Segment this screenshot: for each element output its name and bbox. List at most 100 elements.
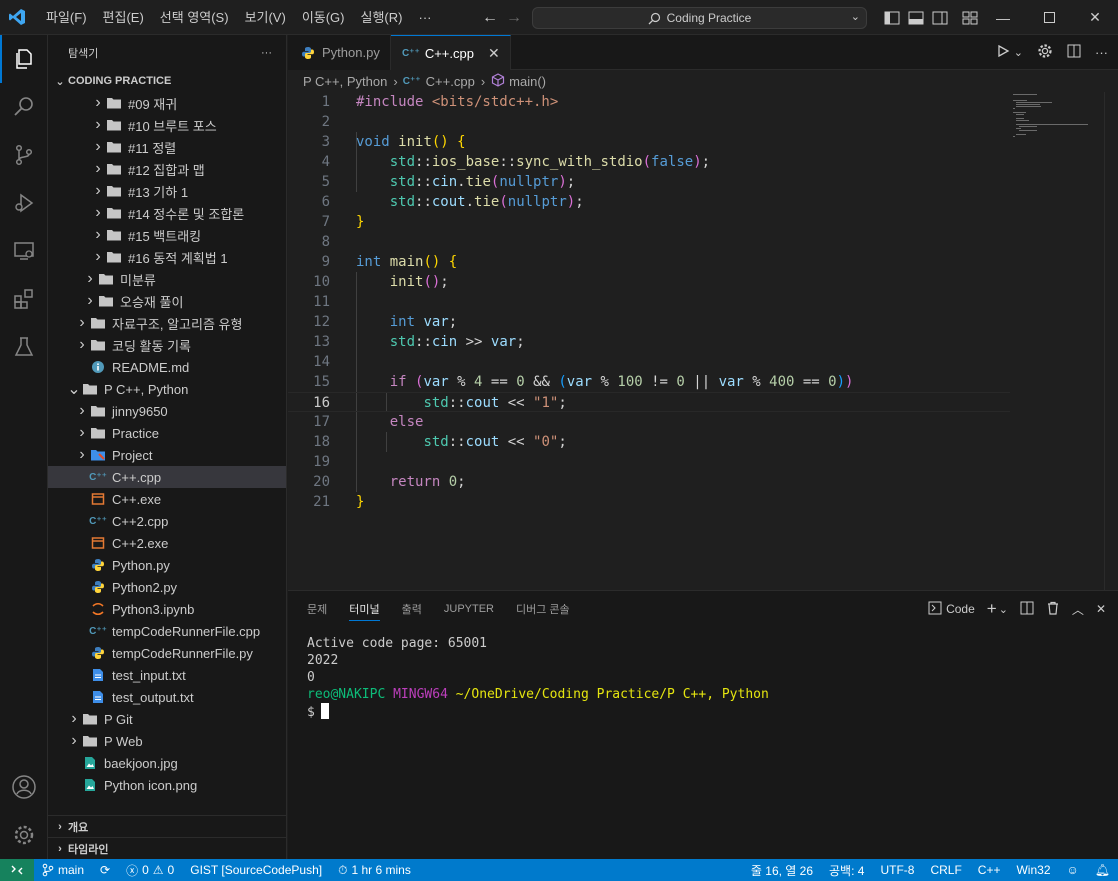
workspace-root[interactable]: ⌄ CODING PRACTICE	[48, 70, 286, 92]
extensions-icon[interactable]	[0, 275, 48, 323]
terminal-shell-label[interactable]: Code	[946, 602, 975, 616]
maximize-icon[interactable]	[1026, 0, 1072, 35]
menu-item[interactable]: ···	[410, 0, 439, 35]
tree-folder[interactable]: › #09 재귀	[48, 92, 286, 114]
minimize-icon[interactable]: —	[980, 0, 1026, 35]
chevron-down-icon[interactable]: ⌄	[851, 10, 860, 23]
tree-file[interactable]: Python2.py	[48, 576, 286, 598]
sync-icon[interactable]: ⟳	[92, 863, 118, 877]
encoding[interactable]: UTF-8	[872, 863, 922, 877]
close-icon[interactable]: ✕	[488, 45, 500, 62]
tree-file[interactable]: baekjoon.jpg	[48, 752, 286, 774]
tree-file[interactable]: test_output.txt	[48, 686, 286, 708]
terminal-shell-icon[interactable]	[928, 601, 942, 618]
tree-folder[interactable]: › jinny9650	[48, 400, 286, 422]
menu-item[interactable]: 이동(G)	[294, 0, 353, 35]
toggle-secondary-sidebar-icon[interactable]	[930, 8, 950, 28]
more-actions-icon[interactable]: ···	[261, 47, 272, 59]
tree-folder[interactable]: › P Web	[48, 730, 286, 752]
tree-folder[interactable]: › #13 기하 1	[48, 180, 286, 202]
terminal-input-line[interactable]: $	[307, 703, 769, 721]
problems-status[interactable]: ⓧ 0 ⚠ 0	[118, 862, 182, 879]
toggle-sidebar-icon[interactable]	[882, 8, 902, 28]
breadcrumb-file[interactable]: C++.cpp	[426, 74, 475, 89]
feedback-icon[interactable]: ☺	[1059, 863, 1087, 877]
editor-scrollbar[interactable]	[1104, 92, 1118, 590]
tree-folder[interactable]: › 오승재 풀이	[48, 290, 286, 312]
tree-file[interactable]: C++2.exe	[48, 532, 286, 554]
tree-folder[interactable]: › #16 동적 계획법 1	[48, 246, 286, 268]
tree-folder[interactable]: › Practice	[48, 422, 286, 444]
panel-tab[interactable]: 터미널	[338, 591, 390, 627]
new-terminal-plus-icon[interactable]: +	[987, 599, 997, 619]
run-code-icon[interactable]	[996, 44, 1010, 61]
customize-layout-icon[interactable]	[960, 8, 980, 28]
outline-section[interactable]: › 개요	[48, 815, 286, 837]
code-editor[interactable]: 1 #include <bits/stdc++.h> 2 3 void init() {…	[288, 92, 1118, 590]
time-tracker-status[interactable]: ⏱ 1 hr 6 mins	[330, 863, 419, 878]
tree-file[interactable]: C++.exe	[48, 488, 286, 510]
tree-file[interactable]: test_input.txt	[48, 664, 286, 686]
explorer-icon[interactable]	[0, 35, 48, 83]
tree-folder[interactable]: › #10 브루트 포스	[48, 114, 286, 136]
notifications-bell-icon[interactable]: 🔔︎	[1087, 863, 1118, 877]
tree-file[interactable]: tempCodeRunnerFile.py	[48, 642, 286, 664]
run-chevron-down-icon[interactable]: ⌄	[1014, 46, 1023, 59]
settings-gear-icon[interactable]	[1037, 43, 1053, 62]
tree-folder[interactable]: › 미분류	[48, 268, 286, 290]
testing-icon[interactable]	[0, 323, 48, 371]
minimap[interactable]	[1013, 92, 1103, 152]
tree-folder[interactable]: › Project	[48, 444, 286, 466]
panel-tab[interactable]: 출력	[391, 591, 433, 627]
split-editor-icon[interactable]	[1067, 44, 1081, 61]
terminal-output[interactable]: Active code page: 65001 2022 0 reo@NAKIP…	[307, 635, 769, 721]
tree-folder[interactable]: › 자료구조, 알고리즘 유형	[48, 312, 286, 334]
tree-folder[interactable]: › #15 백트래킹	[48, 224, 286, 246]
panel-tab[interactable]: 디버그 콘솔	[505, 591, 581, 627]
remote-explorer-icon[interactable]	[0, 227, 48, 275]
timeline-section[interactable]: › 타임라인	[48, 837, 286, 859]
panel-tab[interactable]: 문제	[296, 591, 338, 627]
account-icon[interactable]	[0, 763, 48, 811]
menu-item[interactable]: 편집(E)	[95, 0, 152, 35]
menu-item[interactable]: 파일(F)	[38, 0, 95, 35]
forward-arrow-icon[interactable]: →	[506, 9, 522, 27]
indentation[interactable]: 공백: 4	[821, 862, 872, 879]
breadcrumb-symbol[interactable]: main()	[509, 74, 546, 89]
search-icon[interactable]	[0, 83, 48, 131]
toggle-panel-icon[interactable]	[906, 8, 926, 28]
tree-file[interactable]: C⁺⁺ C++.cpp	[48, 466, 286, 488]
menu-item[interactable]: 선택 영역(S)	[152, 0, 237, 35]
close-panel-icon[interactable]: ✕	[1096, 602, 1106, 616]
branch-status[interactable]: main	[34, 863, 92, 877]
line-ending[interactable]: CRLF	[922, 863, 969, 877]
cpp-configuration[interactable]: Win32	[1008, 863, 1058, 877]
run-debug-icon[interactable]	[0, 179, 48, 227]
menu-item[interactable]: 실행(R)	[353, 0, 411, 35]
tab-python-py[interactable]: Python.py	[288, 35, 391, 70]
language-mode[interactable]: C++	[970, 863, 1009, 877]
menu-item[interactable]: 보기(V)	[237, 0, 294, 35]
back-arrow-icon[interactable]: ←	[482, 9, 498, 27]
split-terminal-icon[interactable]	[1020, 601, 1034, 618]
gist-status[interactable]: GIST [SourceCodePush]	[182, 863, 330, 877]
tree-folder[interactable]: ⌄ P C++, Python	[48, 378, 286, 400]
close-window-icon[interactable]: ✕	[1072, 0, 1118, 35]
breadcrumb-folder[interactable]: P C++, Python	[303, 74, 387, 89]
manage-gear-icon[interactable]	[0, 811, 48, 859]
tree-folder[interactable]: › #11 정렬	[48, 136, 286, 158]
tree-file[interactable]: C⁺⁺ C++2.cpp	[48, 510, 286, 532]
tree-file[interactable]: README.md	[48, 356, 286, 378]
source-control-icon[interactable]	[0, 131, 48, 179]
tree-file[interactable]: Python3.ipynb	[48, 598, 286, 620]
maximize-panel-icon[interactable]: ︿	[1072, 601, 1084, 618]
command-center-search[interactable]: Coding Practice ⌄	[532, 7, 867, 29]
trash-icon[interactable]	[1046, 601, 1060, 618]
panel-tab[interactable]: JUPYTER	[433, 591, 505, 627]
tab-cpp[interactable]: C⁺⁺ C++.cpp ✕	[390, 35, 511, 70]
tree-file[interactable]: Python.py	[48, 554, 286, 576]
chevron-down-icon[interactable]: ⌄	[999, 603, 1008, 616]
cursor-position[interactable]: 줄 16, 열 26	[743, 862, 821, 879]
tree-folder[interactable]: › #12 집합과 맵	[48, 158, 286, 180]
tree-folder[interactable]: › #14 정수론 및 조합론	[48, 202, 286, 224]
